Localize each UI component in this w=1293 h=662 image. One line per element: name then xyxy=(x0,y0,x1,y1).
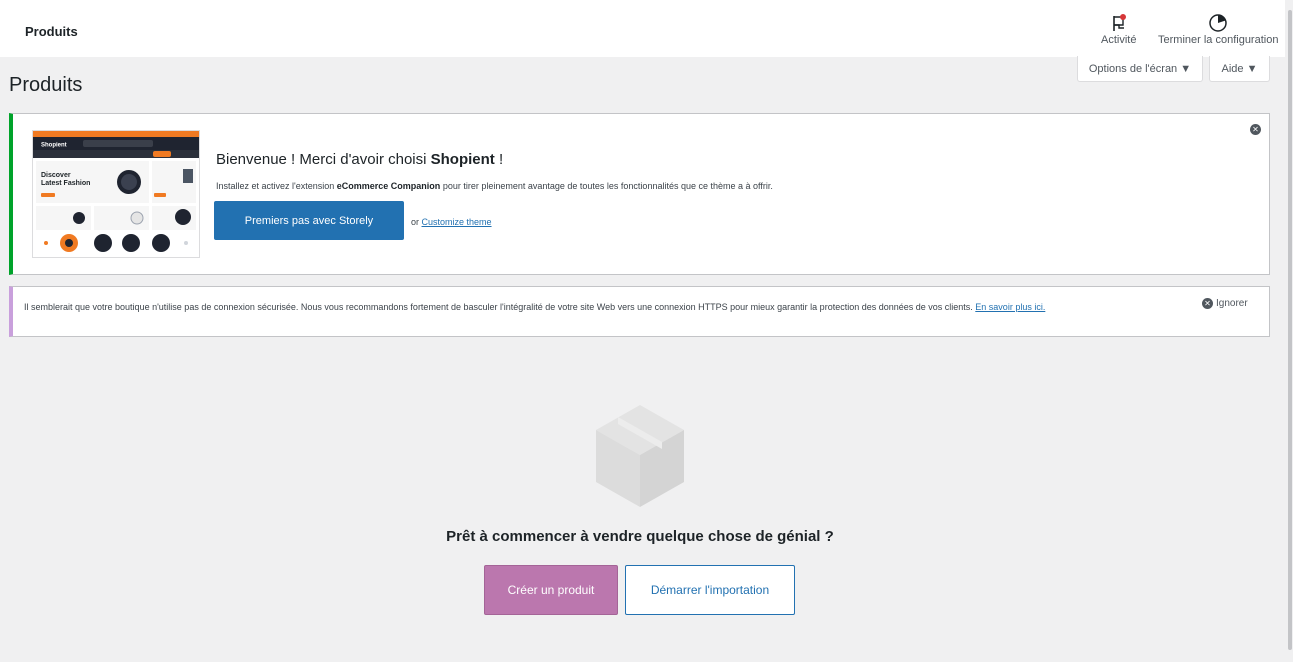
box-icon xyxy=(590,401,690,516)
activity-button[interactable]: Activité xyxy=(1101,12,1136,46)
ignore-label: Ignorer xyxy=(1216,298,1248,309)
theme-name: Shopient xyxy=(430,151,495,168)
create-product-button[interactable]: Créer un produit xyxy=(484,565,618,615)
thumb-headline-1: Discover xyxy=(41,172,71,179)
screen-options-label: Options de l'écran ▼ xyxy=(1088,62,1192,75)
close-circle-icon: ✕ xyxy=(1202,298,1213,309)
thumb-headline-2: Latest Fashion xyxy=(41,180,90,187)
https-warning-notice: Il semblerait que votre boutique n'utili… xyxy=(9,286,1270,337)
ignore-button[interactable]: ✕ Ignorer xyxy=(1202,298,1248,309)
dismiss-notice-icon[interactable]: ✕ xyxy=(1250,124,1261,135)
extension-name: eCommerce Companion xyxy=(336,181,441,191)
progress-circle-icon xyxy=(1208,12,1228,34)
page-scrollbar[interactable] xyxy=(1285,0,1293,662)
get-started-button[interactable]: Premiers pas avec Storely xyxy=(214,201,404,240)
welcome-title: Bienvenue ! Merci d'avoir choisi Shopien… xyxy=(216,151,504,168)
top-header-bar: Produits Activité Terminer la configurat… xyxy=(0,0,1285,57)
theme-preview-image: Shopient Discover Latest Fashion xyxy=(32,130,200,258)
learn-more-link[interactable]: En savoir plus ici. xyxy=(975,302,1045,312)
finish-setup-label: Terminer la configuration xyxy=(1158,34,1279,46)
help-button[interactable]: Aide ▼ xyxy=(1209,56,1270,82)
customize-theme-link[interactable]: Customize theme xyxy=(422,217,492,227)
screen-options-button[interactable]: Options de l'écran ▼ xyxy=(1077,56,1203,82)
start-import-button[interactable]: Démarrer l'importation xyxy=(625,565,795,615)
empty-state-title: Prêt à commencer à vendre quelque chose … xyxy=(446,528,834,545)
customize-theme-text: or Customize theme xyxy=(411,217,492,227)
help-label: Aide ▼ xyxy=(1221,62,1258,75)
welcome-notice: Shopient Discover Latest Fashion Bienven… xyxy=(9,113,1270,275)
scrollbar-thumb[interactable] xyxy=(1288,10,1292,650)
page-title: Produits xyxy=(9,74,83,96)
https-warning-text: Il semblerait que votre boutique n'utili… xyxy=(24,302,1046,312)
finish-setup-button[interactable]: Terminer la configuration xyxy=(1158,12,1278,46)
flag-icon xyxy=(1110,12,1128,34)
activity-label: Activité xyxy=(1101,34,1137,46)
header-title: Produits xyxy=(25,24,78,39)
welcome-description: Installez et activez l'extension eCommer… xyxy=(216,181,773,191)
thumb-logo: Shopient xyxy=(41,143,67,149)
